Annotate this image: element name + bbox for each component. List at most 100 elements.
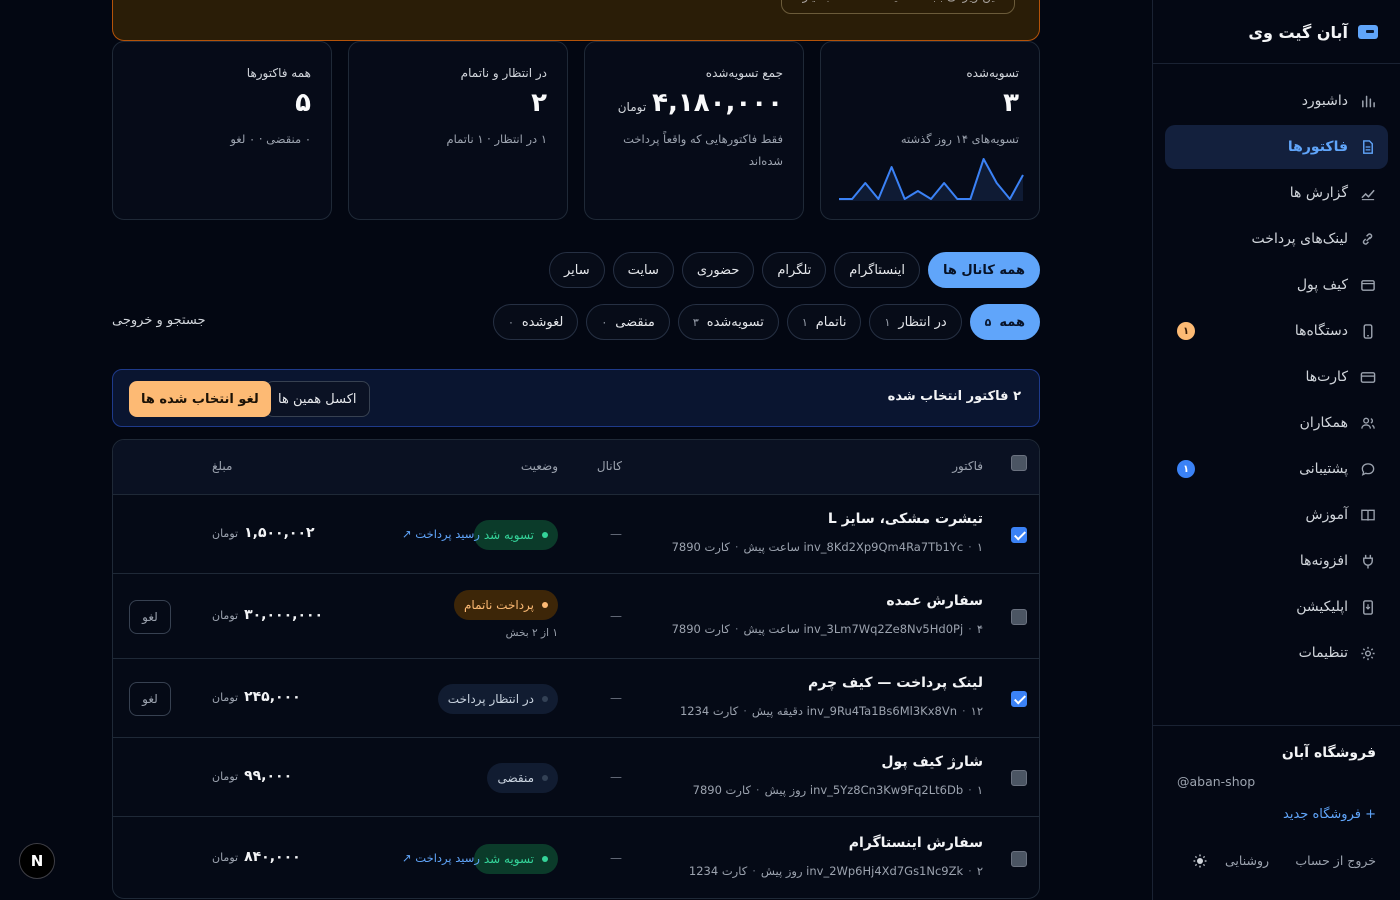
void-invoice-button[interactable]: لغو [129, 599, 171, 634]
stat-label: جمع تسویه‌شده [705, 66, 783, 80]
phone-icon [1360, 323, 1376, 339]
channel-chip-3[interactable]: حضوری [681, 252, 755, 288]
sidebar-item-0[interactable]: داشبورد [1165, 79, 1388, 123]
sidebar-item-12[interactable]: تنظیمات [1165, 631, 1388, 675]
stat-card-pending: در انتظار و ناتمام ۲ ۱ در انتظار · ۱ نات… [348, 41, 568, 220]
sidebar-item-1[interactable]: فاکتورها [1165, 125, 1388, 169]
stat-card-settled: تسویه‌شده ۳ تسویه‌های ۱۴ روز گذشته [820, 41, 1040, 220]
chip-label: منقضی [615, 314, 655, 330]
sidebar-item-2[interactable]: گزارش ها [1165, 171, 1388, 215]
channel-chip-4[interactable]: سایت [612, 252, 674, 288]
brand[interactable]: آبان گیت وی [1248, 20, 1378, 44]
status-chip-3[interactable]: تسویه‌شده ۳ [677, 304, 779, 340]
stat-sub: فقط فاکتورهایی که واقعاً پرداخت شده‌اند [623, 132, 783, 168]
stat-value: ۲ [531, 88, 547, 118]
void-invoice-button[interactable]: لغو [129, 681, 171, 716]
sidebar-item-5[interactable]: دستگاه‌ها ۱ [1165, 309, 1388, 353]
sidebar-item-label: تنظیمات [1298, 645, 1348, 661]
channel-filters: همه کانال ها اینستاگرام تلگرام حضوری سایت سای… [548, 252, 1040, 288]
notice-banner: این ویژگی بابت که نیست — فعلاً بسیار [112, 0, 1040, 41]
table-row[interactable]: سفارش اینستاگرام inv_2Wp6Hj4Xd7Gs1Nc9Zk ·۲… [113, 817, 1039, 898]
export-excel-button[interactable]: اکسل همین ها [265, 381, 370, 417]
invoice-meta: inv_3Lm7Wq2Ze8Nv5Hd0Pj ·۴ ساعت پیش·کارت 7… [671, 621, 983, 636]
invoice-id: inv_5Yz8Cn3Kw9Fq2Lt6Db [809, 782, 964, 797]
row-checkbox[interactable] [1011, 608, 1027, 625]
stat-value: ۴,۱۸۰,۰۰۰تومان [617, 88, 783, 118]
currency-unit: تومان [212, 769, 239, 783]
status-chip-5[interactable]: لغوشده ۰ [492, 304, 579, 340]
sidebar-item-11[interactable]: اپلیکیشن [1165, 585, 1388, 629]
sidebar-divider [1153, 63, 1400, 64]
chip-label: سایر [563, 262, 590, 278]
row-checkbox[interactable] [1011, 526, 1027, 543]
status-dot [542, 601, 548, 608]
nextjs-badge[interactable]: N [19, 843, 55, 879]
search-export-toggle[interactable]: جستجو و خروجی [112, 313, 206, 328]
chip-label: تلگرام [777, 262, 812, 278]
stat-label: تسویه‌شده [966, 66, 1019, 80]
sidebar-item-4[interactable]: کیف پول [1165, 263, 1388, 307]
table-row[interactable]: سفارش عمده inv_3Lm7Wq2Ze8Nv5Hd0Pj ·۴ ساعت … [113, 574, 1039, 659]
status-chip-0[interactable]: همه ۵ [969, 304, 1040, 340]
header-amount: مبلغ [212, 459, 233, 473]
sidebar-item-8[interactable]: پشتیبانی ۱ [1165, 447, 1388, 491]
cancel-selected-button[interactable]: لغو انتخاب شده ها [129, 381, 271, 417]
sidebar-item-label: افزونه‌ها [1299, 553, 1348, 569]
status-filters: همه ۵ در انتظار ۱ ناتمام ۱ تسویه‌شده ۳ منقضی ۰ لغو… [492, 304, 1040, 340]
status-badge: پرداخت ناتمام [453, 589, 558, 620]
invoices-table: فاکتور کانال وضعیت مبلغ تیشرت مشکی، سایز… [112, 439, 1040, 899]
channel-chip-0[interactable]: همه کانال ها [927, 252, 1040, 288]
banner-chip[interactable]: این ویژگی بابت که نیست — فعلاً بسیار [781, 0, 1015, 14]
invoice-id: inv_3Lm7Wq2Ze8Nv5Hd0Pj [803, 621, 964, 636]
chip-label: اینستاگرام [849, 262, 905, 278]
currency-unit: تومان [212, 850, 239, 864]
theme-label: روشنایی [1225, 853, 1270, 868]
row-checkbox[interactable] [1011, 769, 1027, 786]
sidebar-item-7[interactable]: همکاران [1165, 401, 1388, 445]
sidebar-item-3[interactable]: لینک‌های پرداخت [1165, 217, 1388, 261]
chip-label: همه کانال ها [942, 262, 1025, 278]
chip-count: ۰ [507, 315, 514, 329]
invoice-title[interactable]: لینک پرداخت — کیف چرم [808, 675, 983, 691]
new-store-link[interactable]: + فروشگاه جدید [1283, 807, 1376, 822]
invoice-id: inv_9Ru4Ta1Bs6Ml3Kx8Vn [806, 703, 957, 718]
invoice-title[interactable]: شارژ کیف پول [881, 754, 983, 770]
logout-button[interactable]: خروج از حساب [1295, 853, 1376, 868]
sidebar-item-label: لینک‌های پرداخت [1251, 231, 1348, 247]
receipt-link[interactable]: رسید پرداخت ↗ [402, 851, 480, 865]
table-row[interactable]: تیشرت مشکی، سایز L inv_8Kd2Xp9Qm4Ra7Tb1Yc… [113, 495, 1039, 574]
sidebar-item-10[interactable]: افزونه‌ها [1165, 539, 1388, 583]
chip-label: حضوری [696, 262, 740, 278]
store-name[interactable]: فروشگاه آبان [1282, 745, 1376, 761]
channel-chip-2[interactable]: تلگرام [762, 252, 827, 288]
currency-unit: تومان [617, 100, 647, 114]
table-row[interactable]: لینک پرداخت — کیف چرم inv_9Ru4Ta1Bs6Ml3Kx… [113, 659, 1039, 738]
book-icon [1360, 507, 1376, 523]
stat-value: ۵ [295, 88, 311, 118]
channel-chip-5[interactable]: سایر [548, 252, 605, 288]
row-checkbox[interactable] [1011, 690, 1027, 707]
select-all-checkbox[interactable] [1011, 455, 1027, 471]
invoice-title[interactable]: تیشرت مشکی، سایز L [828, 511, 983, 527]
status-chip-1[interactable]: در انتظار ۱ [869, 304, 962, 340]
table-row[interactable]: شارژ کیف پول inv_5Yz8Cn3Kw9Fq2Lt6Db ·۱ روز… [113, 738, 1039, 817]
chat-icon [1360, 461, 1376, 477]
notification-badge: ۱ [1177, 322, 1195, 340]
receipt-link[interactable]: رسید پرداخت ↗ [402, 527, 480, 541]
status-chip-2[interactable]: ناتمام ۱ [786, 304, 862, 340]
status-chip-4[interactable]: منقضی ۰ [586, 304, 670, 340]
chip-label: تسویه‌شده [706, 314, 764, 330]
invoice-title[interactable]: سفارش عمده [886, 593, 983, 609]
channel-chip-1[interactable]: اینستاگرام [834, 252, 920, 288]
sidebar-item-6[interactable]: کارت‌ها [1165, 355, 1388, 399]
currency-unit: تومان [212, 690, 239, 704]
invoice-amount: ۳۰,۰۰۰,۰۰۰تومان [212, 606, 324, 623]
partial-progress: ۱ از ۲ بخش [505, 626, 558, 639]
stat-sub: تسویه‌های ۱۴ روز گذشته [900, 132, 1019, 146]
sidebar-item-9[interactable]: آموزش [1165, 493, 1388, 537]
invoice-title[interactable]: سفارش اینستاگرام [849, 835, 983, 851]
invoice-card: کارت 7890 [671, 621, 730, 636]
theme-toggle[interactable]: روشنایی [1193, 853, 1269, 868]
row-checkbox[interactable] [1011, 850, 1027, 867]
sidebar-item-label: اپلیکیشن [1296, 599, 1348, 615]
